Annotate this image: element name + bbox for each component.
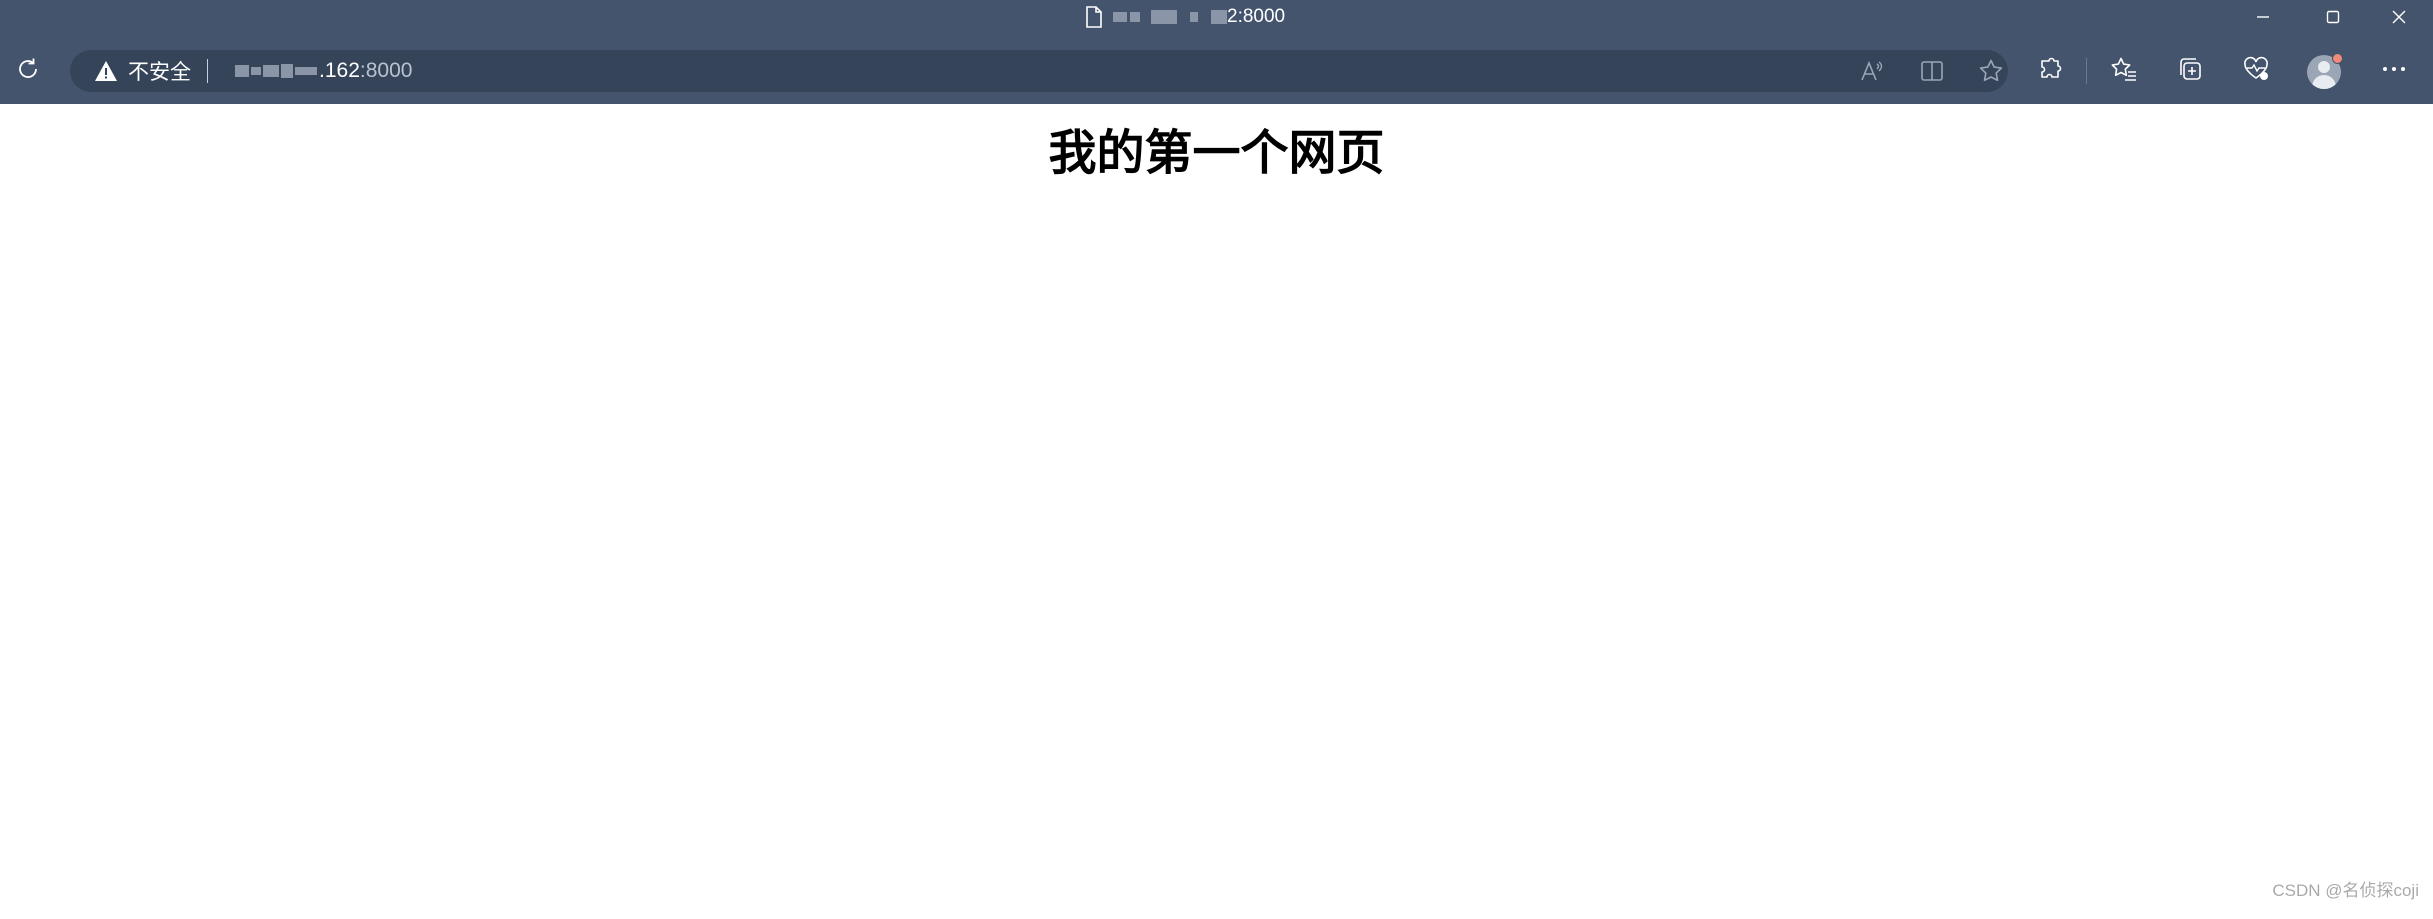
collections-icon [2177,56,2203,82]
read-aloud-button[interactable] [1850,49,1894,93]
refresh-button[interactable] [6,47,50,91]
security-indicator[interactable]: 不安全 [94,50,208,92]
close-button[interactable] [2364,0,2433,33]
maximize-icon [2325,9,2341,25]
collections-button[interactable] [2168,47,2212,91]
close-icon [2391,9,2407,25]
url-port: :8000 [359,59,413,82]
more-options-button[interactable] [2372,47,2416,91]
url-host: .162 [319,59,360,82]
minimize-button[interactable] [2228,0,2298,33]
security-label: 不安全 [128,61,191,84]
more-options-icon [2382,65,2406,73]
extensions-button[interactable] [2028,47,2072,91]
favorites-icon [2110,56,2138,82]
blurred-host [1113,9,1227,24]
favorite-star-icon [1978,58,2004,84]
maximize-button[interactable] [2298,0,2368,33]
window-title: 2:8000 [1085,0,1285,33]
favorites-button[interactable] [2102,47,2146,91]
url-text[interactable]: .162 :8000 [235,50,412,92]
warning-icon [94,60,118,82]
blurred-url-host [235,64,317,78]
read-aloud-icon [1859,59,1885,83]
split-screen-button[interactable] [1910,49,1954,93]
extensions-icon [2037,56,2063,82]
notification-dot [2332,53,2343,64]
browser-toolbar: 不安全 .162 :8000 [0,33,2433,104]
page-heading: 我的第一个网页 [1048,125,1385,181]
csdn-watermark: CSDN @名侦探coji [2272,881,2419,900]
address-separator [207,59,208,83]
split-screen-icon [1920,60,1944,82]
avatar-head [2318,61,2330,73]
refresh-icon [15,56,41,82]
page-content: 我的第一个网页 CSDN @名侦探coji [0,104,2433,919]
avatar-body [2312,75,2336,89]
title-bar: 2:8000 [0,0,2433,33]
page-icon [1085,5,1103,28]
tab-title-text: 2:8000 [1227,5,1286,27]
address-bar[interactable]: 不安全 .162 :8000 [70,50,2008,92]
minimize-icon [2255,9,2271,25]
browser-essentials-button[interactable] [2234,47,2278,91]
toolbar-separator [2086,58,2087,84]
favorite-button[interactable] [1969,49,2013,93]
browser-essentials-icon [2242,56,2270,82]
